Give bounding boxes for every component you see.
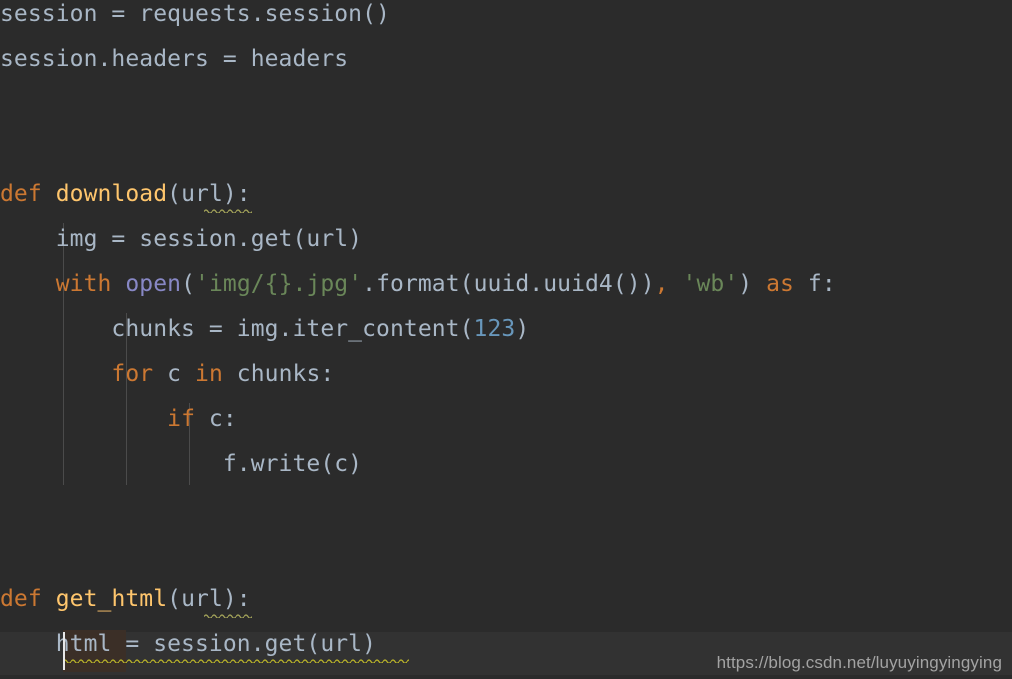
code-editor[interactable]: session = requests.session() session.head… xyxy=(0,0,1012,679)
code-token: f.write(c) xyxy=(0,451,363,477)
code-token: chunks: xyxy=(222,361,335,387)
code-token: c: xyxy=(195,406,237,432)
code-token: as xyxy=(766,271,794,297)
code-line[interactable] xyxy=(0,82,1012,127)
code-line[interactable]: for c in chunks: xyxy=(0,352,1012,397)
code-line[interactable]: def download(url): xyxy=(0,172,1012,217)
code-token: with xyxy=(55,271,112,297)
code-token: , xyxy=(654,271,669,297)
code-token: for xyxy=(111,361,154,387)
watermark-url: https://blog.csdn.net/luyuyingyingying xyxy=(716,653,1002,672)
code-line[interactable]: def get_html(url): xyxy=(0,577,1012,622)
code-line[interactable]: if c: xyxy=(0,397,1012,442)
text-caret xyxy=(62,632,65,670)
code-token: .format(uuid.uuid4()) xyxy=(362,271,655,297)
code-token: def xyxy=(0,586,42,612)
code-token: get_html xyxy=(55,586,168,612)
code-token: open xyxy=(125,271,182,297)
code-token: ) xyxy=(515,316,530,342)
code-line[interactable]: chunks = img.iter_content(123) xyxy=(0,307,1012,352)
code-text-layer[interactable]: session = requests.session() session.head… xyxy=(0,0,1012,679)
code-line[interactable] xyxy=(0,487,1012,532)
code-line[interactable]: session = requests.session() xyxy=(0,0,1012,37)
squiggle-underline xyxy=(204,208,252,213)
squiggle-underline xyxy=(204,613,252,618)
code-token: 'img/{}.jpg' xyxy=(195,271,363,297)
code-token: (url): xyxy=(167,586,251,612)
code-token: chunks = img.iter_content( xyxy=(0,316,474,342)
code-line[interactable] xyxy=(0,532,1012,577)
code-token: def xyxy=(0,181,42,207)
code-token: ( xyxy=(181,271,196,297)
code-token: = requests.session() xyxy=(111,1,390,27)
code-line[interactable]: with open('img/{}.jpg'.format(uuid.uuid4… xyxy=(0,262,1012,307)
code-line[interactable]: f.write(c) xyxy=(0,442,1012,487)
code-line[interactable] xyxy=(0,127,1012,172)
code-token: download xyxy=(55,181,168,207)
code-token: (url): xyxy=(167,181,251,207)
code-token: html = session.get(url) xyxy=(0,631,377,657)
code-line[interactable]: img = session.get(url) xyxy=(0,217,1012,262)
code-token: 'wb' xyxy=(682,271,739,297)
code-token: ) xyxy=(738,271,767,297)
code-token: f: xyxy=(793,271,836,297)
code-line[interactable]: session.headers = headers xyxy=(0,37,1012,82)
code-token: in xyxy=(195,361,223,387)
squiggle-underline xyxy=(62,658,409,663)
code-token: c xyxy=(153,361,196,387)
code-token: if xyxy=(167,406,195,432)
code-token: img = session.get(url) xyxy=(0,226,363,252)
code-token: session xyxy=(0,1,112,27)
code-token: session.headers = headers xyxy=(0,46,349,72)
code-token: 123 xyxy=(473,316,516,342)
